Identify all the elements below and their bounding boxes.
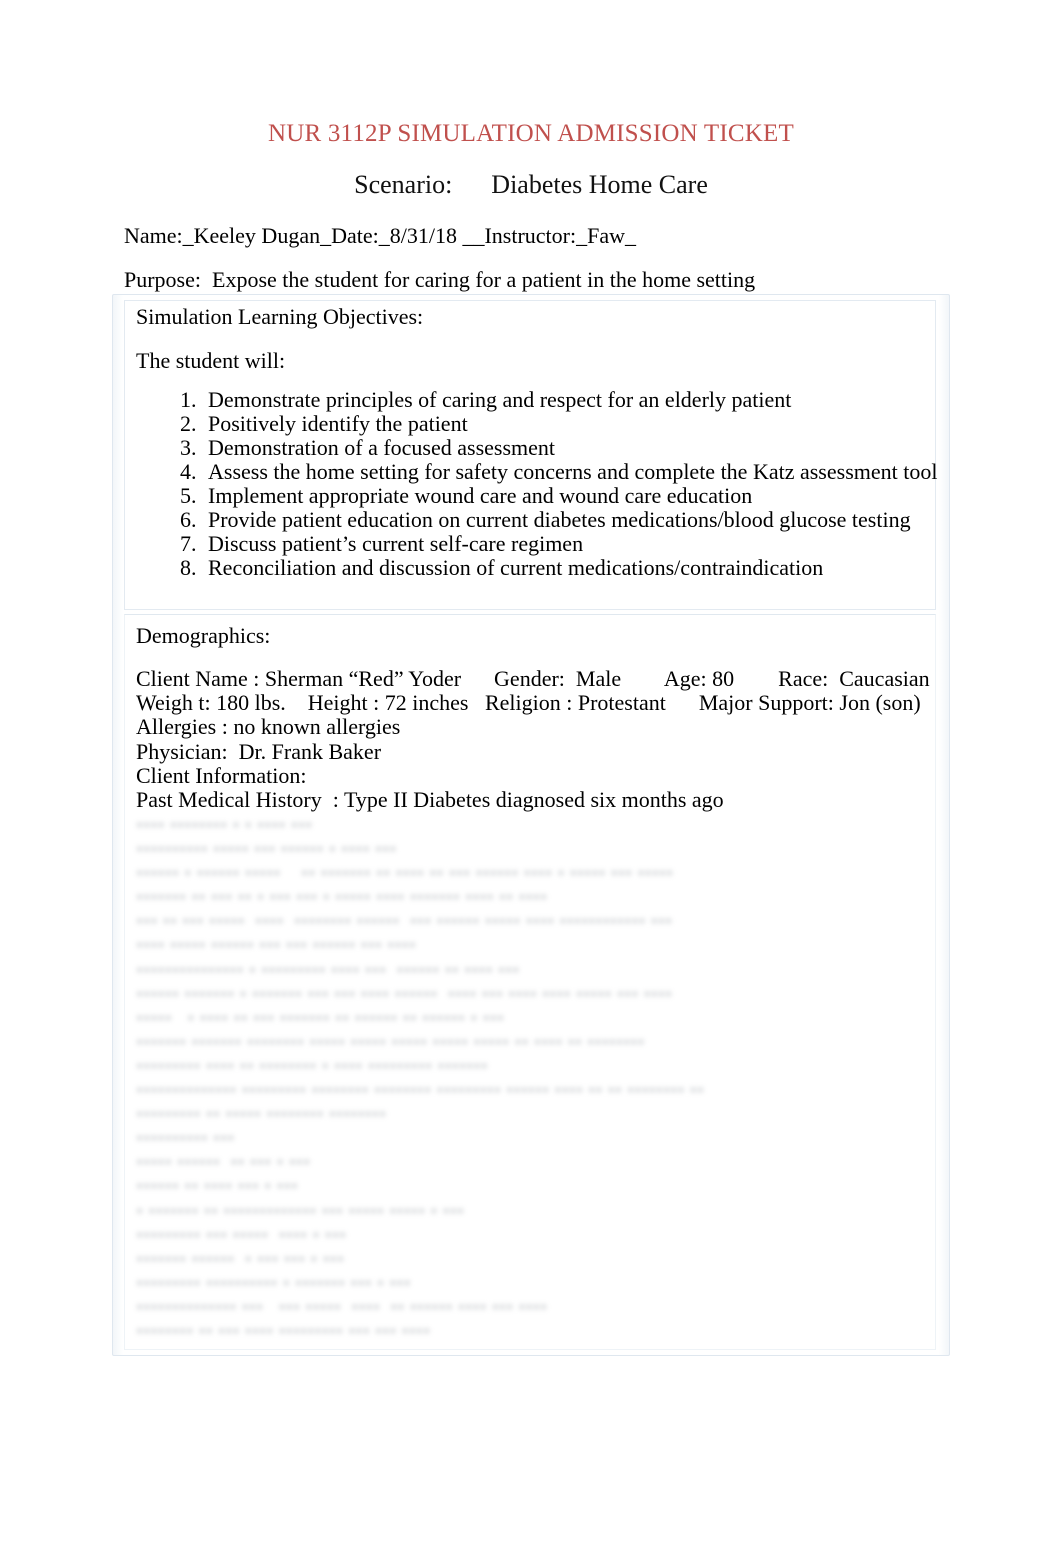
physician-line: Physician: Dr. Frank Baker: [136, 738, 382, 764]
scenario-subtitle: Scenario: Diabetes Home Care: [354, 170, 708, 199]
list-item: Implement appropriate wound care and wou…: [202, 484, 937, 508]
purpose-line: Purpose: Expose the student for caring f…: [124, 267, 756, 292]
list-item: Provide patient education on current dia…: [202, 508, 937, 532]
list-item: Reconciliation and discussion of current…: [202, 556, 937, 580]
document-page: NUR 3112P SIMULATION ADMISSION TICKET Sc…: [0, 0, 1062, 1561]
list-item: Demonstration of a focused assessment: [202, 436, 937, 460]
past-medical-history-line: Past Medical History : Type II Diabetes …: [136, 787, 724, 813]
list-item: Demonstrate principles of caring and res…: [202, 388, 937, 412]
page-title: NUR 3112P SIMULATION ADMISSION TICKET: [268, 120, 794, 147]
objectives-lead-in: The student will:: [136, 348, 286, 373]
list-item: Positively identify the patient: [202, 412, 937, 436]
allergies-line: Allergies : no known allergies: [136, 714, 401, 740]
name-date-instructor-line: Name:_Keeley Dugan_Date:_8/31/18 __Instr…: [124, 223, 636, 248]
list-item: Assess the home setting for safety conce…: [202, 460, 937, 484]
weight-height-line: Weigh t: 180 lbs. Height : 72 inches Rel…: [136, 690, 921, 716]
demographics-body: Client Name : Sherman “Red” Yoder Gender…: [136, 666, 930, 813]
list-item: Discuss patient’s current self-care regi…: [202, 532, 937, 556]
objectives-list: Demonstrate principles of caring and res…: [160, 388, 937, 580]
demographics-heading: Demographics:: [136, 623, 271, 648]
client-information-heading: Client Information:: [136, 762, 307, 788]
client-name-line: Client Name : Sherman “Red” Yoder Gender…: [136, 666, 930, 691]
objectives-heading: Simulation Learning Objectives:: [136, 304, 424, 329]
